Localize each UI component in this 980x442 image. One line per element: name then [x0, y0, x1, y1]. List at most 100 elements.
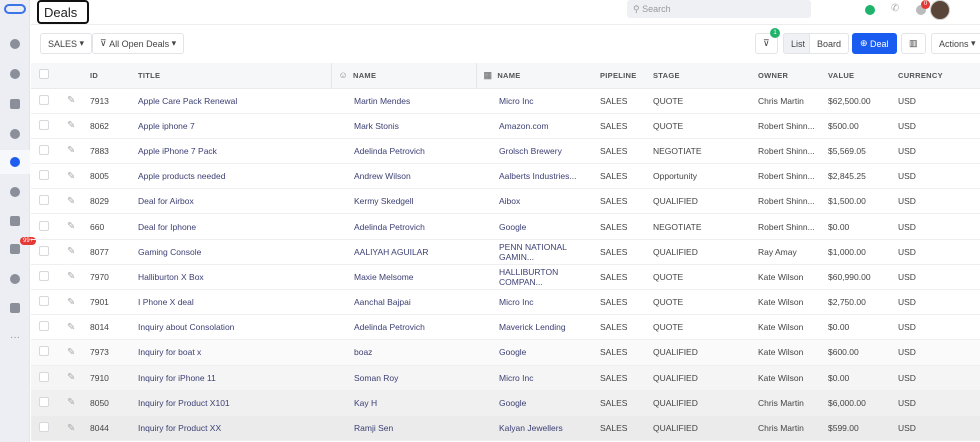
row-checkbox[interactable]: [39, 94, 49, 105]
add-icon[interactable]: [865, 5, 875, 15]
sidebar-contacts-icon[interactable]: [8, 67, 22, 81]
deal-title[interactable]: Apple iphone 7: [138, 113, 331, 139]
row-checkbox[interactable]: [39, 195, 49, 206]
table-row[interactable]: ✎ 660 Deal for Iphone Adelinda Petrovich Goo…: [31, 213, 980, 240]
edit-pencil-icon[interactable]: ✎: [67, 397, 75, 408]
org-name[interactable]: Kalyan Jewellers: [476, 415, 600, 442]
org-name[interactable]: Amazon.com: [476, 113, 600, 139]
sidebar-home-icon[interactable]: [8, 37, 22, 51]
table-row[interactable]: ✎ 8029 Deal for Airbox Kermy Skedgell Aibox S…: [31, 188, 980, 215]
deal-title[interactable]: Halliburton X Box: [138, 264, 331, 291]
edit-pencil-icon[interactable]: ✎: [67, 171, 75, 182]
org-name[interactable]: Google: [476, 213, 600, 240]
search-input[interactable]: ⚲ Search: [627, 0, 811, 18]
org-name[interactable]: Aalberts Industries...: [476, 163, 600, 190]
org-name[interactable]: Maverick Lending: [476, 314, 600, 341]
org-name[interactable]: HALLIBURTON COMPAN...: [476, 264, 600, 291]
deal-title[interactable]: Deal for Airbox: [138, 188, 331, 215]
sidebar-more-icon[interactable]: ···: [8, 330, 22, 344]
pipeline-dropdown[interactable]: SALES ▾: [40, 33, 93, 54]
table-row[interactable]: ✎ 7901 I Phone X deal Aanchal Bajpai Micro I…: [31, 289, 980, 316]
edit-pencil-icon[interactable]: ✎: [67, 297, 75, 308]
deal-title[interactable]: Deal for Iphone: [138, 213, 331, 240]
edit-pencil-icon[interactable]: ✎: [67, 246, 75, 257]
deal-title[interactable]: Apple products needed: [138, 163, 331, 190]
table-row[interactable]: ✎ 8062 Apple iphone 7 Mark Stonis Amazon.com…: [31, 113, 980, 139]
select-all-checkbox[interactable]: [39, 69, 49, 80]
deal-title[interactable]: Apple iPhone 7 Pack: [138, 138, 331, 165]
edit-pencil-icon[interactable]: ✎: [67, 145, 75, 156]
bell-icon[interactable]: 0: [916, 0, 930, 15]
edit-pencil-icon[interactable]: ✎: [67, 372, 75, 383]
org-name[interactable]: Google: [476, 390, 600, 416]
row-checkbox[interactable]: [39, 321, 49, 332]
col-id[interactable]: ID: [90, 63, 138, 89]
actions-dropdown[interactable]: Actions ▾: [931, 33, 980, 54]
col-pipeline[interactable]: PIPELINE: [600, 63, 653, 89]
row-checkbox[interactable]: [39, 296, 49, 307]
org-name[interactable]: PENN NATIONAL GAMIN...: [476, 239, 600, 265]
sidebar-tasks-icon[interactable]: [8, 127, 22, 141]
contact-name[interactable]: Martin Mendes: [331, 88, 476, 114]
row-checkbox[interactable]: [39, 245, 49, 256]
edit-pencil-icon[interactable]: ✎: [67, 120, 75, 131]
edit-pencil-icon[interactable]: ✎: [67, 221, 75, 232]
deal-title[interactable]: Gaming Console: [138, 239, 331, 265]
sidebar-inbox-icon[interactable]: 99+: [8, 237, 37, 256]
row-checkbox[interactable]: [39, 144, 49, 155]
edit-pencil-icon[interactable]: ✎: [67, 322, 75, 333]
edit-pencil-icon[interactable]: ✎: [67, 423, 75, 434]
col-contact-name[interactable]: ☺ NAME: [330, 63, 476, 89]
contact-name[interactable]: Kay H: [331, 390, 476, 416]
edit-pencil-icon[interactable]: ✎: [67, 196, 75, 207]
deal-title[interactable]: Inquiry for Product X101: [138, 390, 331, 416]
edit-pencil-icon[interactable]: ✎: [67, 95, 75, 106]
deal-title[interactable]: I Phone X deal: [138, 289, 331, 316]
table-row[interactable]: ✎ 8005 Apple products needed Andrew Wilson A…: [31, 163, 980, 190]
org-name[interactable]: Micro Inc: [476, 88, 600, 114]
table-row[interactable]: ✎ 8014 Inquiry about Consolation Adelinda P…: [31, 314, 980, 341]
row-checkbox[interactable]: [39, 119, 49, 130]
col-currency[interactable]: CURRENCY: [898, 63, 980, 89]
sidebar-companies-icon[interactable]: [8, 97, 22, 111]
contact-name[interactable]: AALIYAH AGUILAR: [331, 239, 476, 265]
table-row[interactable]: ✎ 8077 Gaming Console AALIYAH AGUILAR PENN N…: [31, 239, 980, 265]
col-owner[interactable]: OWNER: [758, 63, 828, 89]
contact-name[interactable]: Adelinda Petrovich: [331, 138, 476, 165]
deal-title[interactable]: Inquiry for Product XX: [138, 415, 331, 442]
org-name[interactable]: Micro Inc: [476, 289, 600, 316]
row-checkbox[interactable]: [39, 346, 49, 357]
phone-icon[interactable]: ✆: [891, 3, 901, 14]
row-checkbox[interactable]: [39, 170, 49, 181]
sidebar-chat-icon[interactable]: [8, 272, 22, 286]
filter-button[interactable]: ⊽ 1: [755, 28, 780, 54]
contact-name[interactable]: Adelinda Petrovich: [331, 314, 476, 341]
contact-name[interactable]: Mark Stonis: [331, 113, 476, 139]
sidebar-reports-icon[interactable]: [8, 301, 22, 315]
sidebar-email-icon[interactable]: [8, 214, 22, 228]
contact-name[interactable]: Kermy Skedgell: [331, 188, 476, 215]
table-row[interactable]: ✎ 7973 Inquiry for boat x boaz Google SALES QU…: [31, 339, 980, 366]
board-view-button[interactable]: Board: [809, 33, 850, 54]
row-checkbox[interactable]: [39, 422, 49, 433]
col-value[interactable]: VALUE: [828, 63, 898, 89]
deal-title[interactable]: Inquiry about Consolation: [138, 314, 331, 341]
col-org-name[interactable]: ▦ NAME: [475, 63, 600, 89]
org-name[interactable]: Google: [476, 339, 600, 366]
org-name[interactable]: Grolsch Brewery: [476, 138, 600, 165]
sidebar-products-icon[interactable]: [8, 185, 22, 199]
contact-name[interactable]: boaz: [331, 339, 476, 366]
table-row[interactable]: ✎ 7913 Apple Care Pack Renewal Martin Mende…: [31, 88, 980, 114]
deal-title[interactable]: Inquiry for boat x: [138, 339, 331, 366]
deal-title[interactable]: Apple Care Pack Renewal: [138, 88, 331, 114]
table-row[interactable]: ✎ 8044 Inquiry for Product XX Ramji Sen Kaly…: [31, 415, 980, 442]
col-title[interactable]: TITLE: [138, 63, 331, 89]
org-name[interactable]: Micro Inc: [476, 365, 600, 391]
columns-icon[interactable]: ▥: [901, 33, 926, 54]
col-stage[interactable]: STAGE: [653, 63, 758, 89]
row-checkbox[interactable]: [39, 220, 49, 231]
deal-title[interactable]: Inquiry for iPhone 11: [138, 365, 331, 391]
contact-name[interactable]: Ramji Sen: [331, 415, 476, 442]
table-row[interactable]: ✎ 8050 Inquiry for Product X101 Kay H Google…: [31, 390, 980, 416]
contact-name[interactable]: Adelinda Petrovich: [331, 213, 476, 240]
